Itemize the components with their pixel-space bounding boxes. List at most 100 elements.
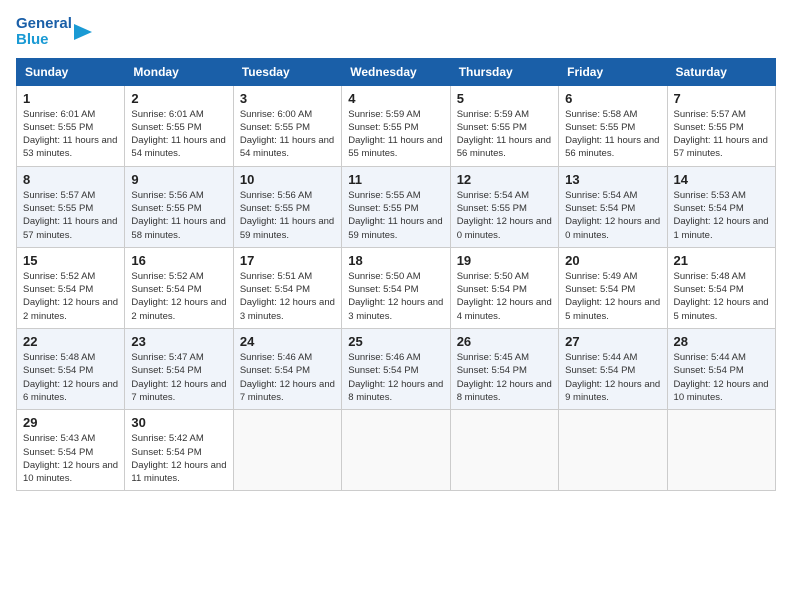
day-info: Sunrise: 5:59 AMSunset: 5:55 PMDaylight:…: [348, 108, 443, 161]
logo-text-line2: Blue: [16, 32, 72, 48]
calendar-cell: 12 Sunrise: 5:54 AMSunset: 5:55 PMDayligh…: [450, 166, 558, 247]
day-info: Sunrise: 5:58 AMSunset: 5:55 PMDaylight:…: [565, 108, 660, 161]
calendar-week-1: 1 Sunrise: 6:01 AMSunset: 5:55 PMDaylight…: [17, 85, 776, 166]
weekday-header-wednesday: Wednesday: [342, 58, 450, 85]
day-info: Sunrise: 5:57 AMSunset: 5:55 PMDaylight:…: [674, 108, 769, 161]
day-info: Sunrise: 6:00 AMSunset: 5:55 PMDaylight:…: [240, 108, 335, 161]
day-number: 6: [565, 91, 660, 106]
calendar-cell: 11 Sunrise: 5:55 AMSunset: 5:55 PMDayligh…: [342, 166, 450, 247]
calendar-cell: 16 Sunrise: 5:52 AMSunset: 5:54 PMDayligh…: [125, 247, 233, 328]
calendar-cell: 19 Sunrise: 5:50 AMSunset: 5:54 PMDayligh…: [450, 247, 558, 328]
day-number: 18: [348, 253, 443, 268]
day-number: 26: [457, 334, 552, 349]
day-number: 15: [23, 253, 118, 268]
day-number: 21: [674, 253, 769, 268]
day-info: Sunrise: 5:51 AMSunset: 5:54 PMDaylight:…: [240, 270, 335, 323]
day-info: Sunrise: 5:57 AMSunset: 5:55 PMDaylight:…: [23, 189, 118, 242]
calendar-cell: 17 Sunrise: 5:51 AMSunset: 5:54 PMDayligh…: [233, 247, 341, 328]
day-number: 16: [131, 253, 226, 268]
day-number: 9: [131, 172, 226, 187]
day-number: 30: [131, 415, 226, 430]
day-info: Sunrise: 5:48 AMSunset: 5:54 PMDaylight:…: [23, 351, 118, 404]
calendar-cell: [450, 410, 558, 491]
day-number: 17: [240, 253, 335, 268]
day-info: Sunrise: 6:01 AMSunset: 5:55 PMDaylight:…: [131, 108, 226, 161]
day-info: Sunrise: 5:44 AMSunset: 5:54 PMDaylight:…: [674, 351, 769, 404]
day-info: Sunrise: 5:43 AMSunset: 5:54 PMDaylight:…: [23, 432, 118, 485]
calendar-cell: 6 Sunrise: 5:58 AMSunset: 5:55 PMDaylight…: [559, 85, 667, 166]
calendar-cell: 1 Sunrise: 6:01 AMSunset: 5:55 PMDaylight…: [17, 85, 125, 166]
day-number: 27: [565, 334, 660, 349]
day-number: 25: [348, 334, 443, 349]
day-info: Sunrise: 5:55 AMSunset: 5:55 PMDaylight:…: [348, 189, 443, 242]
logo-triangle-icon: [74, 18, 92, 46]
calendar-week-4: 22Sunrise: 5:48 AMSunset: 5:54 PMDayligh…: [17, 329, 776, 410]
day-info: Sunrise: 5:47 AMSunset: 5:54 PMDaylight:…: [131, 351, 226, 404]
weekday-header-sunday: Sunday: [17, 58, 125, 85]
calendar-table: SundayMondayTuesdayWednesdayThursdayFrid…: [16, 58, 776, 492]
day-number: 14: [674, 172, 769, 187]
day-info: Sunrise: 6:01 AMSunset: 5:55 PMDaylight:…: [23, 108, 118, 161]
day-info: Sunrise: 5:56 AMSunset: 5:55 PMDaylight:…: [240, 189, 335, 242]
day-number: 23: [131, 334, 226, 349]
day-number: 1: [23, 91, 118, 106]
calendar-header: SundayMondayTuesdayWednesdayThursdayFrid…: [17, 58, 776, 85]
calendar-cell: 14 Sunrise: 5:53 AMSunset: 5:54 PMDayligh…: [667, 166, 775, 247]
calendar-cell: 3 Sunrise: 6:00 AMSunset: 5:55 PMDaylight…: [233, 85, 341, 166]
weekday-header-tuesday: Tuesday: [233, 58, 341, 85]
calendar-cell: 2 Sunrise: 6:01 AMSunset: 5:55 PMDaylight…: [125, 85, 233, 166]
day-info: Sunrise: 5:50 AMSunset: 5:54 PMDaylight:…: [457, 270, 552, 323]
calendar-cell: 28 Sunrise: 5:44 AMSunset: 5:54 PMDayligh…: [667, 329, 775, 410]
weekday-header-thursday: Thursday: [450, 58, 558, 85]
calendar-cell: 27 Sunrise: 5:44 AMSunset: 5:54 PMDayligh…: [559, 329, 667, 410]
calendar-cell: 7 Sunrise: 5:57 AMSunset: 5:55 PMDaylight…: [667, 85, 775, 166]
day-number: 24: [240, 334, 335, 349]
calendar-cell: 21 Sunrise: 5:48 AMSunset: 5:54 PMDayligh…: [667, 247, 775, 328]
calendar-week-3: 15 Sunrise: 5:52 AMSunset: 5:54 PMDayligh…: [17, 247, 776, 328]
calendar-cell: 9 Sunrise: 5:56 AMSunset: 5:55 PMDaylight…: [125, 166, 233, 247]
calendar-cell: 18 Sunrise: 5:50 AMSunset: 5:54 PMDayligh…: [342, 247, 450, 328]
day-info: Sunrise: 5:44 AMSunset: 5:54 PMDaylight:…: [565, 351, 660, 404]
day-info: Sunrise: 5:52 AMSunset: 5:54 PMDaylight:…: [131, 270, 226, 323]
day-number: 2: [131, 91, 226, 106]
weekday-header-saturday: Saturday: [667, 58, 775, 85]
calendar-cell: 24 Sunrise: 5:46 AMSunset: 5:54 PMDayligh…: [233, 329, 341, 410]
day-info: Sunrise: 5:50 AMSunset: 5:54 PMDaylight:…: [348, 270, 443, 323]
day-info: Sunrise: 5:52 AMSunset: 5:54 PMDaylight:…: [23, 270, 118, 323]
calendar-cell: 20Sunrise: 5:49 AMSunset: 5:54 PMDayligh…: [559, 247, 667, 328]
day-number: 12: [457, 172, 552, 187]
calendar-cell: 4Sunrise: 5:59 AMSunset: 5:55 PMDaylight…: [342, 85, 450, 166]
calendar-cell: 15 Sunrise: 5:52 AMSunset: 5:54 PMDayligh…: [17, 247, 125, 328]
calendar-cell: 26 Sunrise: 5:45 AMSunset: 5:54 PMDayligh…: [450, 329, 558, 410]
calendar-cell: [342, 410, 450, 491]
calendar-cell: 22Sunrise: 5:48 AMSunset: 5:54 PMDayligh…: [17, 329, 125, 410]
day-info: Sunrise: 5:48 AMSunset: 5:54 PMDaylight:…: [674, 270, 769, 323]
day-number: 7: [674, 91, 769, 106]
day-info: Sunrise: 5:56 AMSunset: 5:55 PMDaylight:…: [131, 189, 226, 242]
day-info: Sunrise: 5:42 AMSunset: 5:54 PMDaylight:…: [131, 432, 226, 485]
day-info: Sunrise: 5:54 AMSunset: 5:55 PMDaylight:…: [457, 189, 552, 242]
day-info: Sunrise: 5:59 AMSunset: 5:55 PMDaylight:…: [457, 108, 552, 161]
day-info: Sunrise: 5:46 AMSunset: 5:54 PMDaylight:…: [240, 351, 335, 404]
day-info: Sunrise: 5:53 AMSunset: 5:54 PMDaylight:…: [674, 189, 769, 242]
page-header: General Blue: [16, 16, 776, 48]
day-number: 28: [674, 334, 769, 349]
calendar-week-5: 29Sunrise: 5:43 AMSunset: 5:54 PMDayligh…: [17, 410, 776, 491]
calendar-cell: 30 Sunrise: 5:42 AMSunset: 5:54 PMDayligh…: [125, 410, 233, 491]
logo: General Blue: [16, 16, 92, 48]
weekday-header-friday: Friday: [559, 58, 667, 85]
logo-text-line1: General: [16, 16, 72, 32]
day-info: Sunrise: 5:45 AMSunset: 5:54 PMDaylight:…: [457, 351, 552, 404]
calendar-cell: 8Sunrise: 5:57 AMSunset: 5:55 PMDaylight…: [17, 166, 125, 247]
day-number: 19: [457, 253, 552, 268]
day-info: Sunrise: 5:46 AMSunset: 5:54 PMDaylight:…: [348, 351, 443, 404]
calendar-cell: [233, 410, 341, 491]
day-info: Sunrise: 5:54 AMSunset: 5:54 PMDaylight:…: [565, 189, 660, 242]
calendar-cell: [667, 410, 775, 491]
day-number: 10: [240, 172, 335, 187]
day-number: 3: [240, 91, 335, 106]
calendar-cell: 13Sunrise: 5:54 AMSunset: 5:54 PMDayligh…: [559, 166, 667, 247]
calendar-cell: 25 Sunrise: 5:46 AMSunset: 5:54 PMDayligh…: [342, 329, 450, 410]
day-number: 11: [348, 172, 443, 187]
day-number: 5: [457, 91, 552, 106]
